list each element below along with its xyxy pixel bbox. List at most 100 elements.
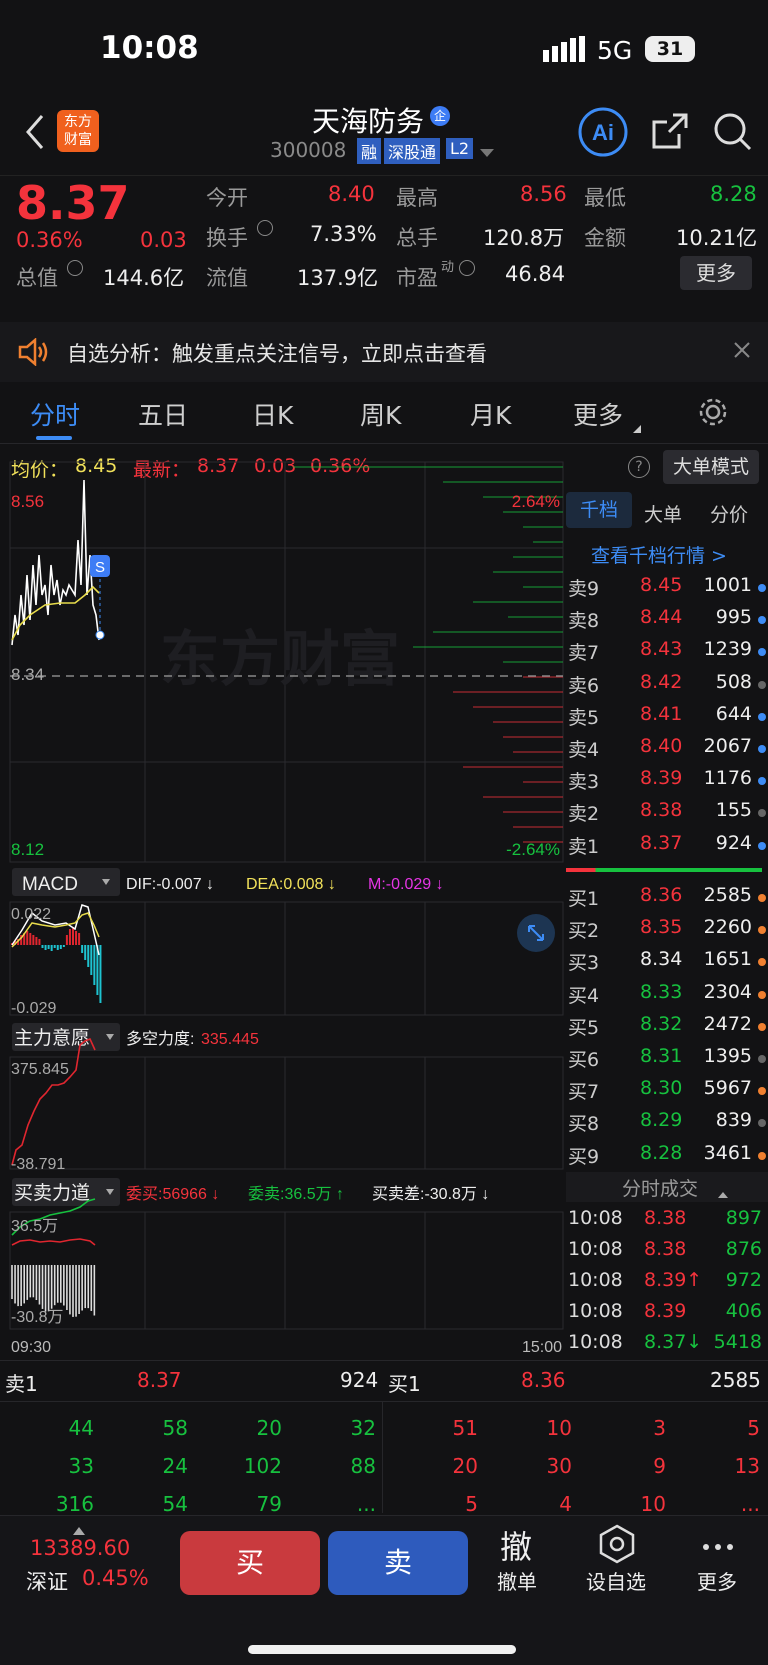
order-dot [758,809,766,818]
tab-5day[interactable]: 五日 [138,396,188,432]
bid-level: 买9 [568,1145,600,1168]
help-icon[interactable]: ? [628,456,650,478]
tab-price-split[interactable]: 分价 [710,500,748,527]
ai-icon[interactable]: Ai [577,106,629,162]
cancel-icon[interactable]: 撤 [500,1522,532,1568]
tab-week[interactable]: 周K [360,396,401,432]
bid-price: 8.28 [640,1141,683,1164]
volume-value: 120.8万 [483,226,565,250]
queue-cell: 58 [162,1416,188,1440]
order-dot [758,584,766,592]
clock: 10:08 [100,30,199,66]
notice-bar[interactable]: 自选分析：触发重点关注信号，立即点击查看 [0,322,768,382]
index-pct: 0.45% [82,1566,149,1590]
tab-intraday[interactable]: 分时 [30,396,80,432]
info-icon[interactable] [257,220,273,236]
more-button[interactable]: 更多 [680,256,752,290]
ask-row[interactable]: 卖4 8.40 2067 [566,735,766,767]
tab-more[interactable]: 更多 [573,396,623,432]
bid-row[interactable]: 买4 8.33 2304 [566,981,766,1013]
tick-price: 8.39 [644,1300,687,1322]
tab-month[interactable]: 月K [470,396,511,432]
queue-bid-price: 8.36 [521,1368,566,1392]
ask-volume: 924 [715,831,752,854]
mmld-diff: 买卖差:-30.8万 ↓ [372,1185,489,1203]
order-dot [758,1151,766,1160]
bid-row[interactable]: 买8 8.29 839 [566,1109,766,1141]
speaker-icon [18,337,50,370]
mcap-value: 144.6亿 [103,266,185,290]
macd-name: MACD [22,874,78,895]
app-logo: 东方财富 [57,110,99,152]
tab-depth[interactable]: 千档 [566,492,632,528]
ask-row[interactable]: 卖9 8.45 1001 [566,574,766,606]
info-icon[interactable] [67,260,83,276]
bid-row[interactable]: 买7 8.30 5967 [566,1077,766,1109]
more-dots-icon[interactable] [702,1536,734,1555]
divider [0,1401,768,1402]
bid-level: 买8 [568,1113,600,1136]
queue-cell: ... [356,1492,376,1516]
more-label[interactable]: 更多 [697,1566,737,1595]
ticks-header[interactable]: 分时成交 [566,1172,768,1202]
ask-row[interactable]: 卖7 8.43 1239 [566,638,766,670]
bid-row[interactable]: 买5 8.32 2472 [566,1013,766,1045]
bid-price: 8.31 [640,1045,683,1067]
tick-time: 10:08 [568,1269,623,1291]
pct-low-tick: -2.64% [506,840,560,859]
bid-row[interactable]: 买6 8.31 1395 [566,1045,766,1077]
ask-volume: 1001 [703,574,752,596]
battery-icon: 31 [645,36,695,62]
open-label: 今开 [206,186,248,210]
ask-row[interactable]: 卖6 8.42 508 [566,671,766,703]
ask-row[interactable]: 卖1 8.37 924 [566,832,766,864]
ask-price: 8.41 [640,702,683,725]
bid-row[interactable]: 买9 8.28 3461 [566,1142,766,1174]
tab-day[interactable]: 日K [252,396,293,432]
bid-row[interactable]: 买2 8.35 2260 [566,916,766,948]
ask-row[interactable]: 卖2 8.38 155 [566,799,766,831]
tick-row: 10:08 8.39 406 [566,1300,766,1330]
price-high-tick: 8.56 [11,492,44,511]
queue-cell: 79 [256,1492,282,1516]
order-dot [758,680,766,689]
info-icon[interactable] [459,260,475,276]
zlyy-line [11,1037,96,1166]
depth-link[interactable]: 查看千档行情 > [591,541,727,568]
bid-level: 买2 [568,920,600,943]
settings-gear-icon[interactable] [697,396,729,432]
low-label: 最低 [584,186,626,210]
sell-button[interactable]: 卖 [328,1531,468,1595]
ask-level: 卖8 [568,610,600,633]
order-dot [758,841,766,850]
cancel-label[interactable]: 撤单 [497,1566,537,1595]
queue-cell: 54 [162,1492,188,1516]
add-watch-icon[interactable] [597,1524,637,1568]
share-icon[interactable] [651,112,689,154]
bid-row[interactable]: 买3 8.34 1651 [566,948,766,980]
network-label: 5G [597,36,633,65]
dropdown-icon[interactable] [480,144,494,163]
mmld-top-tick: 36.5万 [11,1218,58,1235]
close-icon[interactable] [734,342,750,362]
bid-volume: 2585 [703,884,752,906]
ask-volume: 155 [715,799,752,822]
ask-row[interactable]: 卖5 8.41 644 [566,703,766,735]
bid-row[interactable]: 买1 8.36 2585 [566,884,766,916]
change-amount: 0.03 [140,228,187,252]
search-icon[interactable] [713,112,753,156]
price-low-tick: 8.12 [11,840,44,859]
ask-row[interactable]: 卖3 8.39 1176 [566,767,766,799]
turnover-label: 换手 [206,226,248,250]
time-start: 09:30 [11,1339,51,1356]
ask-row[interactable]: 卖8 8.44 995 [566,606,766,638]
big-order-mode-button[interactable]: 大单模式 [663,450,759,484]
tab-big-orders[interactable]: 大单 [644,500,682,527]
add-watch-label[interactable]: 设自选 [586,1566,646,1595]
float-value: 137.9亿 [297,266,379,290]
queue-cell: 32 [350,1416,376,1440]
queue-cell: 88 [350,1454,376,1478]
back-icon[interactable] [22,112,48,156]
buy-button[interactable]: 买 [180,1531,320,1595]
queue-cell: 102 [243,1454,282,1478]
